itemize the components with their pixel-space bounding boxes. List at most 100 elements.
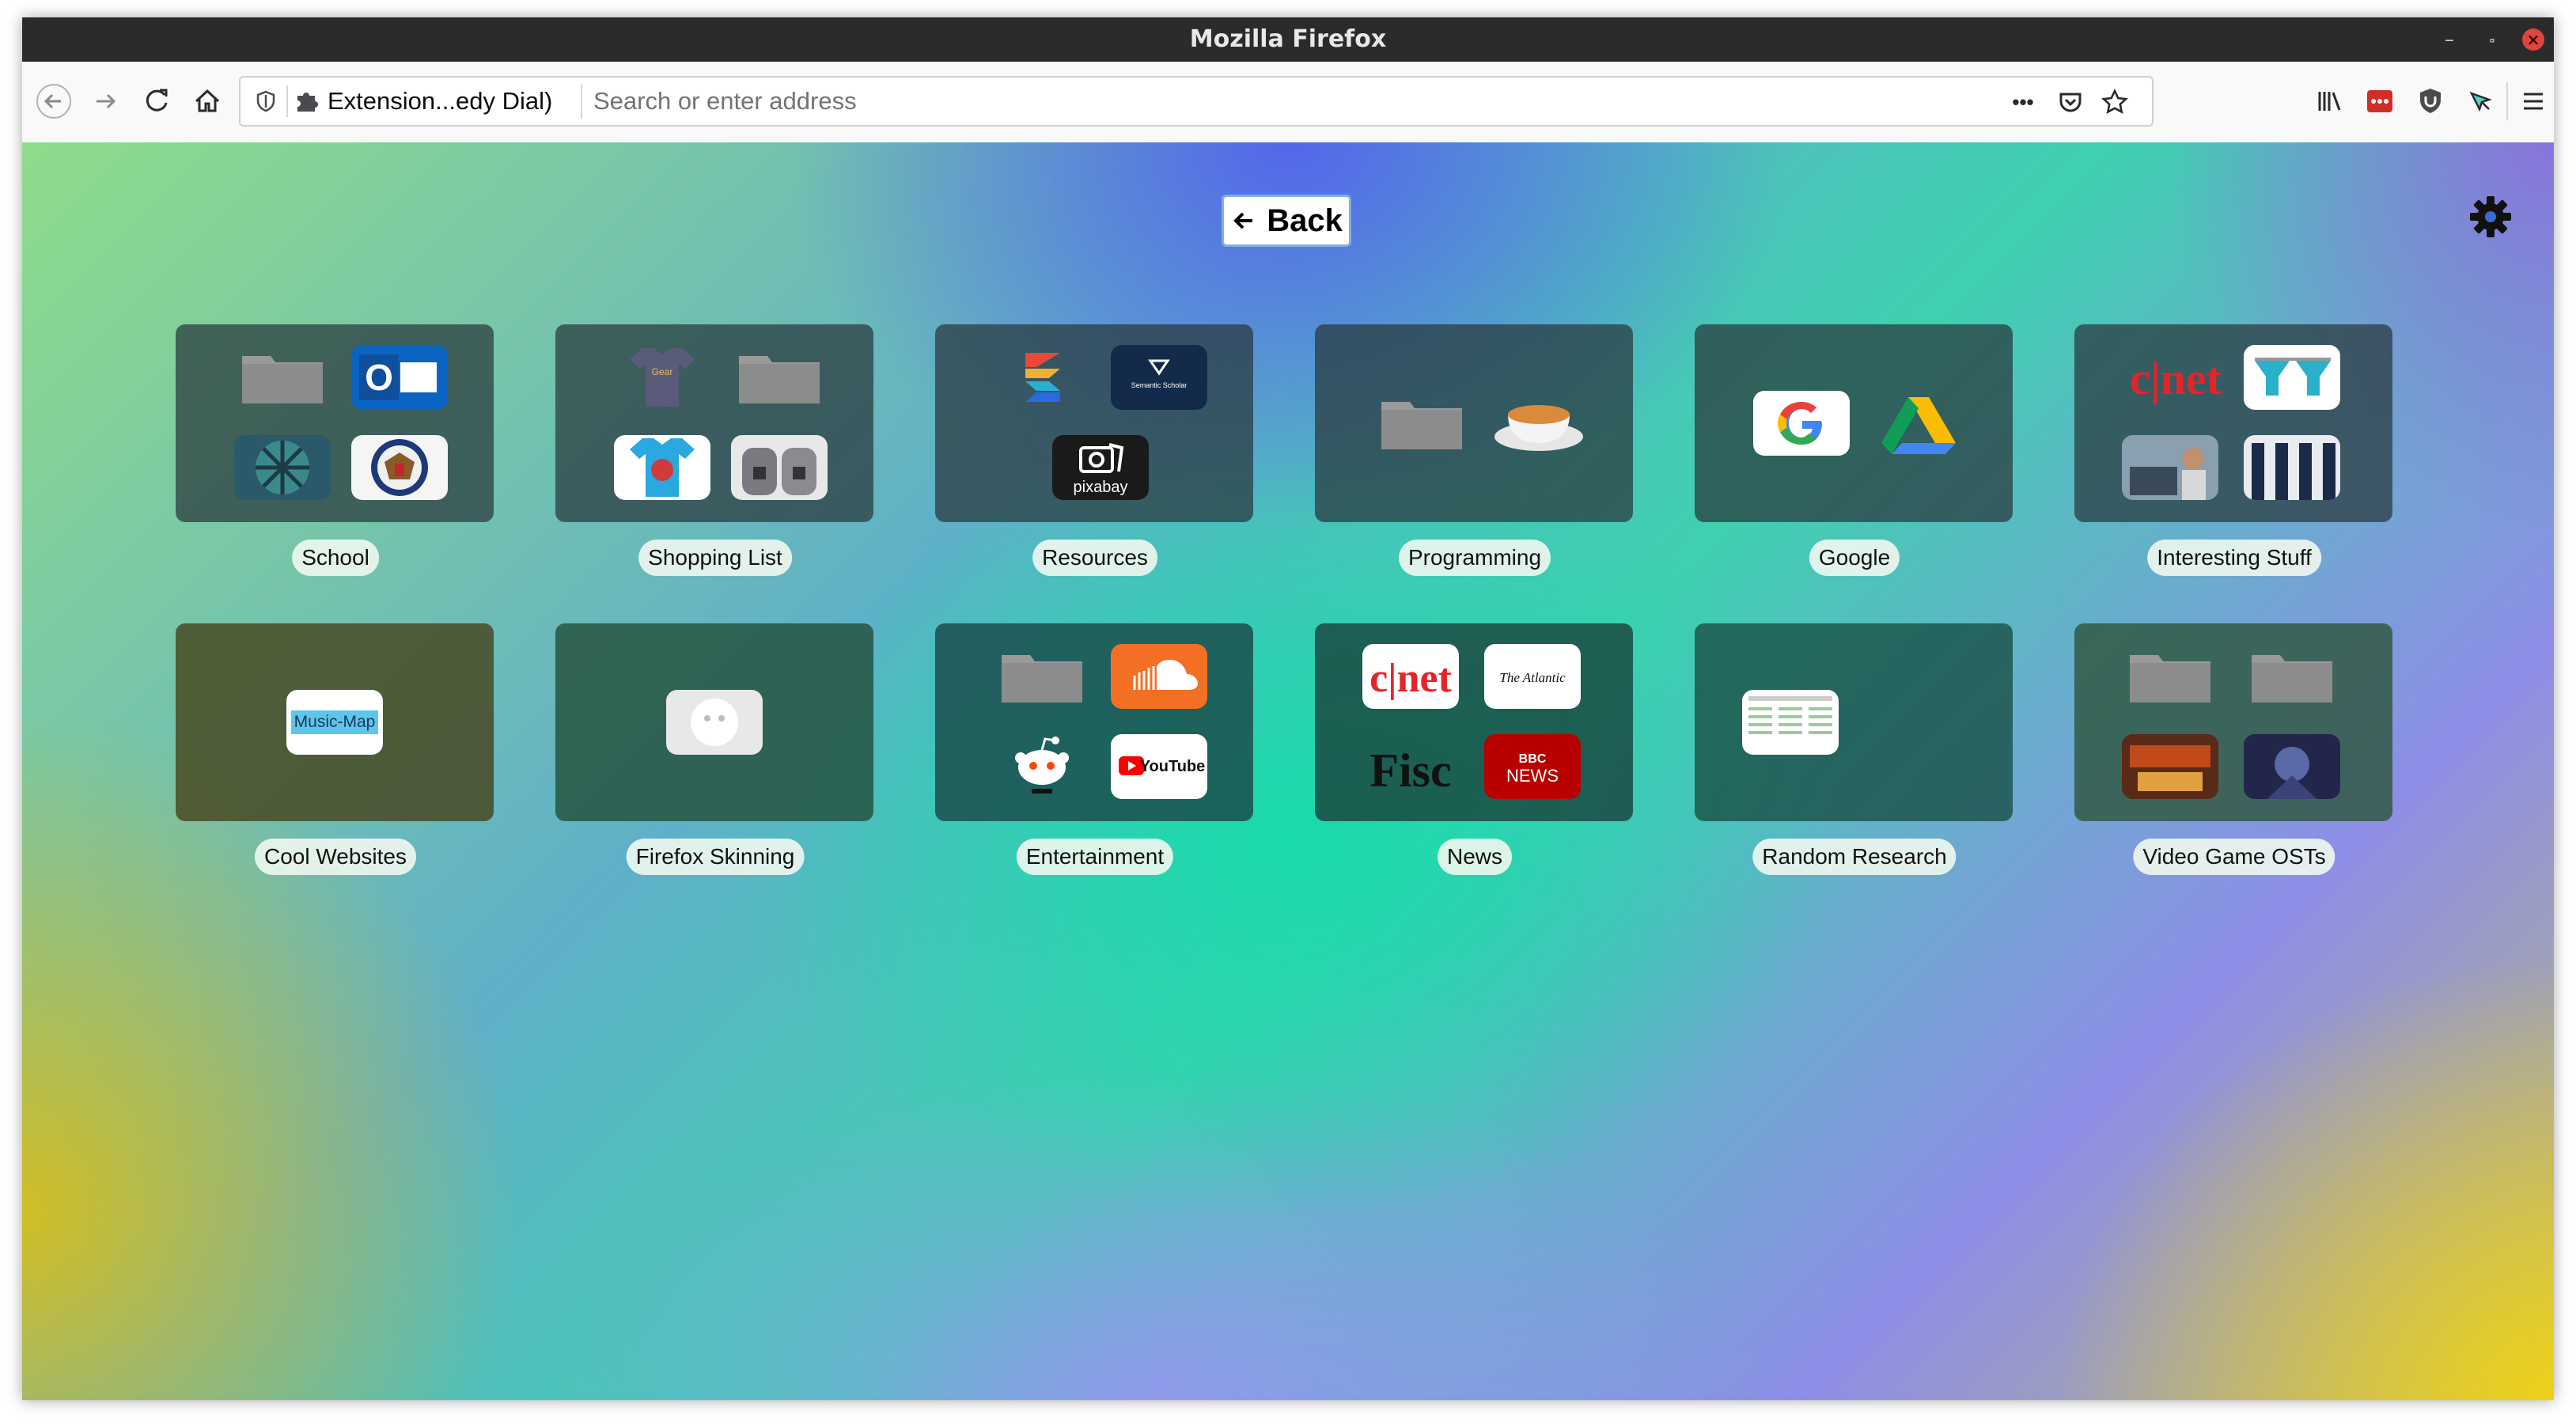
pixabay-text: pixabay — [1074, 479, 1128, 496]
the-atlantic-thumbnail: The Atlantic — [1484, 644, 1581, 709]
close-window-button[interactable]: × — [2522, 28, 2544, 51]
folder-icon — [2130, 655, 2210, 703]
address-input[interactable] — [593, 84, 1938, 119]
google-drive-icon — [1870, 391, 1967, 456]
speed-dial-icon — [2469, 91, 2492, 112]
puzzle-piece-icon — [297, 93, 318, 112]
document-thumbnail — [1742, 690, 1839, 755]
cnet-logo-thumbnail: c|net — [2122, 345, 2229, 410]
google-logo-icon — [1753, 391, 1850, 456]
tracking-protection-button[interactable] — [250, 85, 282, 117]
folder-tile-resources[interactable]: Semantic Scholar pixabay — [935, 324, 1253, 522]
teacup-thumbnail — [1491, 391, 1587, 456]
cnet-text: c|net — [2130, 353, 2222, 404]
extension-speed-dial-button[interactable] — [2460, 81, 2502, 122]
photo-thumbnail — [2122, 435, 2218, 500]
extension-lastpass-button[interactable] — [2359, 81, 2400, 122]
folder-label[interactable]: Video Game OSTs — [2133, 839, 2335, 875]
folder-tile-firefox-skinning[interactable] — [555, 623, 873, 821]
site-identity[interactable]: Extension...edy Dial) — [293, 85, 552, 117]
music-map-thumbnail: Music-Map — [286, 690, 383, 755]
svg-text:Gear: Gear — [652, 366, 673, 377]
state-seal-icon — [351, 435, 448, 500]
folder-icon — [242, 356, 323, 403]
tshirt-thumbnail: Gear — [614, 345, 710, 410]
reload-icon — [146, 89, 168, 112]
folder-label[interactable]: News — [1437, 839, 1513, 875]
folder-tile-programming[interactable] — [1315, 324, 1633, 522]
reddit-icon — [994, 734, 1090, 799]
cnet-text: c|net — [1369, 656, 1453, 701]
reload-button[interactable] — [136, 81, 177, 122]
folder-label[interactable]: Shopping List — [638, 540, 792, 576]
settings-gear-icon[interactable] — [2468, 195, 2513, 239]
game-art-thumbnail — [2122, 734, 2218, 799]
speed-dial-page: Back O School Gear Shopping List Semanti… — [22, 142, 2554, 1400]
home-icon — [195, 89, 220, 112]
back-nav-button[interactable] — [33, 81, 74, 122]
fisc-logo-thumbnail: Fisc — [1362, 734, 1459, 799]
folder-label[interactable]: Random Research — [1752, 839, 1957, 875]
game-art-thumbnail — [2244, 734, 2340, 799]
folder-icon — [739, 356, 820, 403]
compass-logo-icon — [234, 435, 331, 500]
navigation-toolbar: Extension...edy Dial) ••• — [22, 62, 2554, 144]
folder-tile-video-game-osts[interactable] — [2074, 623, 2392, 821]
outlook-icon: O — [351, 345, 448, 410]
folder-label[interactable]: Firefox Skinning — [626, 839, 805, 875]
ublock-shield-icon — [2420, 89, 2441, 113]
music-map-text: Music-Map — [291, 710, 378, 734]
folder-label[interactable]: Google — [1809, 540, 1900, 576]
folder-label[interactable]: Interesting Stuff — [2147, 540, 2321, 576]
folder-tile-shopping-list[interactable]: Gear — [555, 324, 873, 522]
window-title: Mozilla Firefox — [1189, 25, 1387, 53]
semantic-scholar-text: Semantic Scholar — [1131, 381, 1188, 389]
bookmark-star-button[interactable] — [2097, 84, 2133, 120]
blank-site-thumbnail — [666, 690, 763, 755]
back-arrow-icon — [36, 84, 71, 119]
url-bar[interactable]: Extension...edy Dial) ••• — [239, 76, 2154, 127]
fisc-text: Fisc — [1369, 744, 1451, 797]
hamburger-menu-icon — [2524, 93, 2543, 110]
forward-nav-button[interactable] — [85, 81, 127, 122]
home-button[interactable] — [187, 81, 228, 122]
menu-button[interactable] — [2513, 81, 2554, 122]
divider — [286, 85, 288, 117]
maximize-button[interactable]: ⬞ — [2481, 28, 2503, 51]
folder-icon — [1002, 655, 1082, 703]
shield-icon — [256, 90, 275, 112]
page-actions-button[interactable]: ••• — [2005, 84, 2041, 120]
back-button[interactable]: Back — [1222, 195, 1351, 247]
minimize-button[interactable]: – — [2438, 28, 2460, 51]
folder-tile-random-research[interactable] — [1695, 623, 2013, 821]
folder-tile-cool-websites[interactable]: Music-Map — [176, 623, 494, 821]
site-identity-label: Extension...edy Dial) — [328, 87, 553, 115]
lastpass-icon — [2367, 90, 2392, 112]
pocket-icon — [2059, 93, 2082, 112]
forward-arrow-icon — [97, 93, 116, 109]
extension-ublock-button[interactable] — [2410, 81, 2451, 122]
folder-label[interactable]: Programming — [1398, 540, 1551, 576]
bbc-news-text: NEWS — [1506, 766, 1559, 786]
folder-tile-news[interactable]: c|net The Atlantic Fisc BBC NEWS — [1315, 623, 1633, 821]
folder-label[interactable]: School — [292, 540, 379, 576]
folder-tile-interesting-stuff[interactable]: c|net — [2074, 324, 2392, 522]
bbc-news-thumbnail: BBC NEWS — [1484, 734, 1581, 799]
folder-label[interactable]: Cool Websites — [254, 839, 417, 875]
folder-tile-google[interactable] — [1695, 324, 2013, 522]
divider — [2506, 82, 2508, 120]
folder-label[interactable]: Entertainment — [1016, 839, 1174, 875]
pocket-button[interactable] — [2052, 84, 2089, 120]
star-icon — [2101, 88, 2128, 114]
library-button[interactable] — [2309, 81, 2350, 122]
title-bar: Mozilla Firefox – ⬞ × — [22, 17, 2554, 62]
folder-label[interactable]: Resources — [1032, 540, 1157, 576]
semantic-scholar-thumbnail: Semantic Scholar — [1111, 345, 1207, 410]
backpack-thumbnail — [731, 435, 828, 500]
folder-tile-school[interactable]: O — [176, 324, 494, 522]
divider — [581, 84, 582, 119]
folder-tile-entertainment[interactable]: YouTube — [935, 623, 1253, 821]
photo-thumbnail — [2244, 435, 2340, 500]
back-button-label: Back — [1267, 203, 1343, 238]
browser-window: Mozilla Firefox – ⬞ × Extension...edy Di… — [22, 17, 2554, 1400]
